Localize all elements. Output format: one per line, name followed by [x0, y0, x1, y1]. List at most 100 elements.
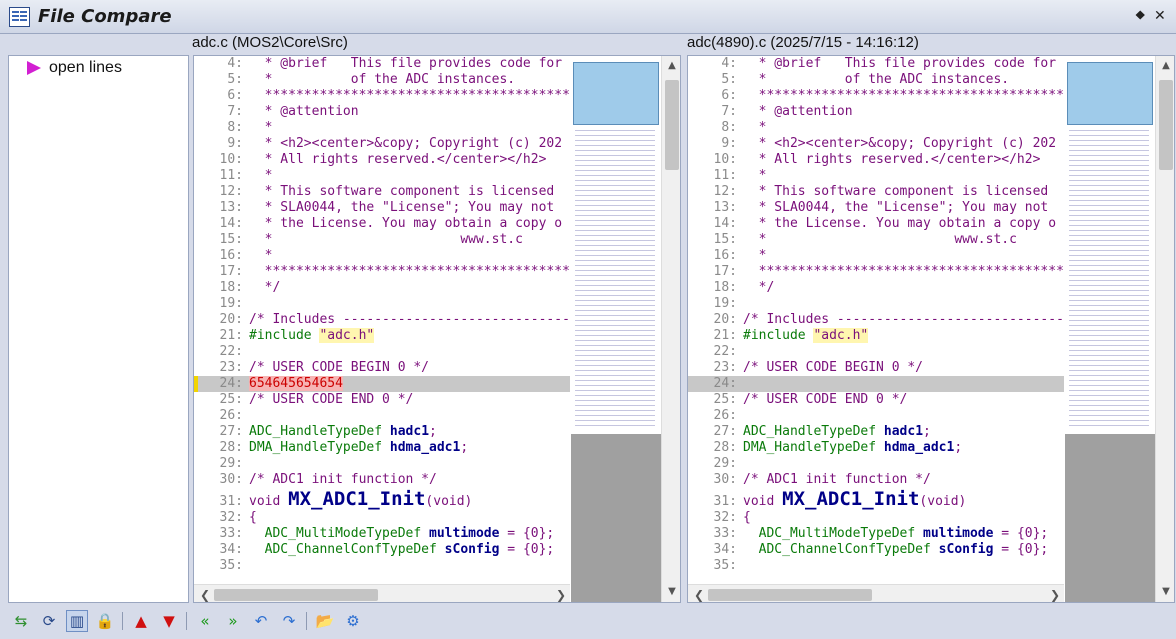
copy-to-right-icon[interactable]: »: [222, 610, 244, 632]
code-line[interactable]: 21: #include "adc.h": [194, 328, 570, 344]
code-line[interactable]: 4: * @brief This file provides code for: [688, 56, 1064, 72]
code-line[interactable]: 27: ADC_HandleTypeDef hadc1;: [194, 424, 570, 440]
code-line[interactable]: 18: */: [688, 280, 1064, 296]
right-vertical-scrollbar[interactable]: ▲ ▼: [1155, 56, 1174, 602]
code-line[interactable]: 8: *: [688, 120, 1064, 136]
code-line[interactable]: 33: ADC_MultiModeTypeDef multimode = {0}…: [688, 526, 1064, 542]
left-vscroll-thumb[interactable]: [665, 80, 679, 170]
right-overview-viewport[interactable]: [1067, 62, 1153, 125]
code-line[interactable]: 10: * All rights reserved.</center></h2>: [688, 152, 1064, 168]
code-line[interactable]: 5: * of the ADC instances.: [194, 72, 570, 88]
code-line[interactable]: 26:: [688, 408, 1064, 424]
open-folder-icon[interactable]: 📂: [314, 610, 336, 632]
code-line[interactable]: 15: * www.st.c: [194, 232, 570, 248]
code-line[interactable]: 4: * @brief This file provides code for: [194, 56, 570, 72]
code-line[interactable]: 14: * the License. You may obtain a copy…: [688, 216, 1064, 232]
scroll-right-icon[interactable]: ❯: [556, 588, 566, 602]
code-line[interactable]: 19:: [194, 296, 570, 312]
scroll-left-icon[interactable]: ❮: [694, 588, 704, 602]
right-vscroll-thumb[interactable]: [1159, 80, 1173, 170]
code-line[interactable]: 21: #include "adc.h": [688, 328, 1064, 344]
scroll-left-icon[interactable]: ❮: [200, 588, 210, 602]
scroll-right-icon[interactable]: ❯: [1050, 588, 1060, 602]
code-line[interactable]: 35:: [194, 558, 570, 574]
close-icon[interactable]: ✕: [1154, 8, 1166, 24]
code-line[interactable]: 29:: [688, 456, 1064, 472]
code-line[interactable]: 33: ADC_MultiModeTypeDef multimode = {0}…: [194, 526, 570, 542]
code-line[interactable]: 26:: [194, 408, 570, 424]
code-line[interactable]: 15: * www.st.c: [688, 232, 1064, 248]
code-line[interactable]: 8: *: [194, 120, 570, 136]
code-line[interactable]: 34: ADC_ChannelConfTypeDef sConfig = {0}…: [688, 542, 1064, 558]
code-line[interactable]: 22:: [194, 344, 570, 360]
left-code-editor[interactable]: 4: * @brief This file provides code for 5…: [193, 55, 681, 603]
left-overview-minimap[interactable]: [571, 56, 661, 434]
code-line[interactable]: 10: * All rights reserved.</center></h2>: [194, 152, 570, 168]
code-line[interactable]: 12: * This software component is license…: [194, 184, 570, 200]
code-line[interactable]: 23: /* USER CODE BEGIN 0 */: [194, 360, 570, 376]
scroll-down-icon[interactable]: ▼: [666, 586, 678, 598]
code-line[interactable]: 32: {: [194, 510, 570, 526]
code-line[interactable]: 28: DMA_HandleTypeDef hdma_adc1;: [688, 440, 1064, 456]
code-line[interactable]: 20: /* Includes -------------------------…: [194, 312, 570, 328]
code-line[interactable]: 17: ************************************…: [194, 264, 570, 280]
code-line[interactable]: 7: * @attention: [194, 104, 570, 120]
code-line[interactable]: 25: /* USER CODE END 0 */: [194, 392, 570, 408]
sync-scroll-icon[interactable]: ⟳: [38, 610, 60, 632]
code-line[interactable]: 6: *************************************…: [688, 88, 1064, 104]
code-line[interactable]: 30: /* ADC1 init function */: [194, 472, 570, 488]
code-line[interactable]: 13: * SLA0044, the "License"; You may no…: [194, 200, 570, 216]
code-line[interactable]: 31: void MX_ADC1_Init(void): [194, 488, 570, 510]
code-line[interactable]: 20: /* Includes -------------------------…: [688, 312, 1064, 328]
prev-diff-icon[interactable]: ▲: [130, 610, 152, 632]
lock-icon[interactable]: 🔒: [94, 610, 116, 632]
code-line[interactable]: 7: * @attention: [688, 104, 1064, 120]
code-line[interactable]: 31: void MX_ADC1_Init(void): [688, 488, 1064, 510]
code-line[interactable]: 13: * SLA0044, the "License"; You may no…: [688, 200, 1064, 216]
code-line[interactable]: 12: * This software component is license…: [688, 184, 1064, 200]
copy-to-left-icon[interactable]: «: [194, 610, 216, 632]
scroll-up-icon[interactable]: ▲: [666, 60, 678, 72]
left-hscroll-thumb[interactable]: [214, 589, 378, 601]
code-line[interactable]: 19:: [688, 296, 1064, 312]
right-horizontal-scrollbar[interactable]: ❮ ❯: [688, 584, 1064, 602]
nav-item-open-lines[interactable]: open lines: [27, 58, 122, 78]
code-line[interactable]: 5: * of the ADC instances.: [688, 72, 1064, 88]
left-horizontal-scrollbar[interactable]: ❮ ❯: [194, 584, 570, 602]
code-line[interactable]: 14: * the License. You may obtain a copy…: [194, 216, 570, 232]
right-code-area[interactable]: 4: * @brief This file provides code for 5…: [688, 56, 1064, 584]
code-line[interactable]: 30: /* ADC1 init function */: [688, 472, 1064, 488]
redo-icon[interactable]: ↷: [278, 610, 300, 632]
code-line[interactable]: 25: /* USER CODE END 0 */: [688, 392, 1064, 408]
scroll-up-icon[interactable]: ▲: [1160, 60, 1172, 72]
code-line[interactable]: 29:: [194, 456, 570, 472]
code-line[interactable]: 11: *: [688, 168, 1064, 184]
code-line[interactable]: 34: ADC_ChannelConfTypeDef sConfig = {0}…: [194, 542, 570, 558]
code-line[interactable]: 6: *************************************…: [194, 88, 570, 104]
code-line[interactable]: 32: {: [688, 510, 1064, 526]
code-line[interactable]: 9: * <h2><center>&copy; Copyright (c) 20…: [194, 136, 570, 152]
settings-gear-icon[interactable]: ⚙: [342, 610, 364, 632]
code-line[interactable]: 9: * <h2><center>&copy; Copyright (c) 20…: [688, 136, 1064, 152]
code-line[interactable]: 27: ADC_HandleTypeDef hadc1;: [688, 424, 1064, 440]
code-line[interactable]: 23: /* USER CODE BEGIN 0 */: [688, 360, 1064, 376]
code-line[interactable]: 24:: [688, 376, 1064, 392]
scroll-down-icon[interactable]: ▼: [1160, 586, 1172, 598]
right-hscroll-thumb[interactable]: [708, 589, 872, 601]
right-code-editor[interactable]: 4: * @brief This file provides code for 5…: [687, 55, 1175, 603]
left-vertical-scrollbar[interactable]: ▲ ▼: [661, 56, 680, 602]
code-line[interactable]: 16: *: [688, 248, 1064, 264]
code-line[interactable]: 11: *: [194, 168, 570, 184]
code-line[interactable]: 24: 654645654654: [194, 376, 570, 392]
code-line[interactable]: 17: ************************************…: [688, 264, 1064, 280]
right-overview-minimap[interactable]: [1065, 56, 1155, 434]
next-diff-icon[interactable]: ▼: [158, 610, 180, 632]
merge-icon[interactable]: ⇆: [10, 610, 32, 632]
left-code-area[interactable]: 4: * @brief This file provides code for 5…: [194, 56, 570, 584]
code-line[interactable]: 35:: [688, 558, 1064, 574]
code-line[interactable]: 18: */: [194, 280, 570, 296]
code-line[interactable]: 22:: [688, 344, 1064, 360]
undo-icon[interactable]: ↶: [250, 610, 272, 632]
pin-icon[interactable]: ⯁: [1135, 9, 1145, 24]
left-overview-viewport[interactable]: [573, 62, 659, 125]
